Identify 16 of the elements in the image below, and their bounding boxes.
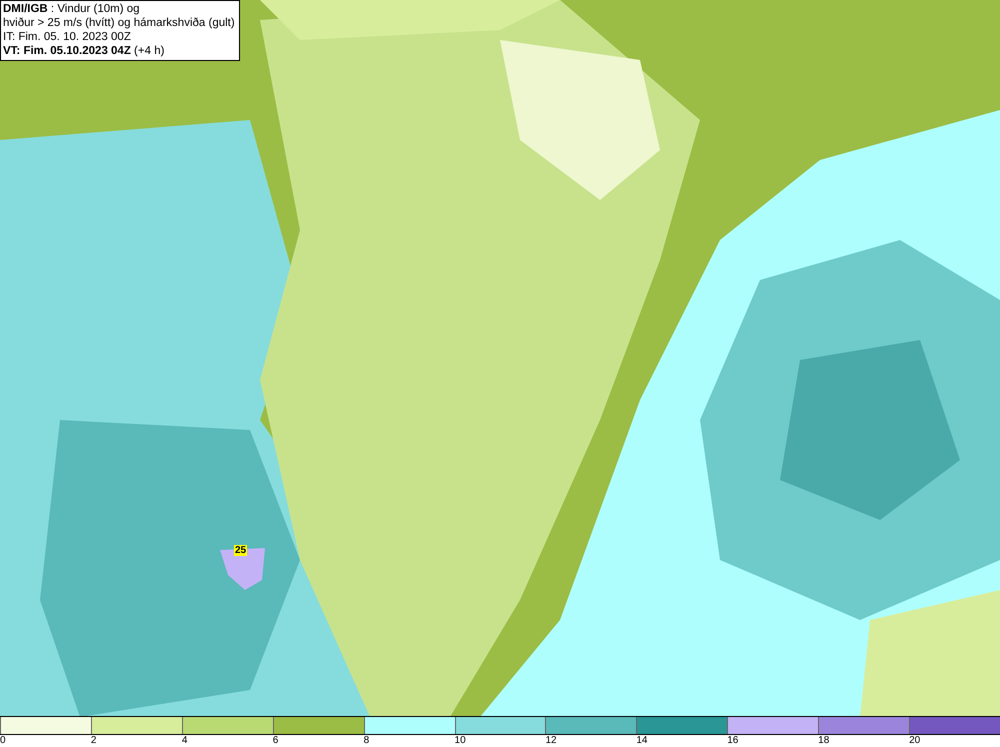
scale-tick-label: 18 xyxy=(818,735,830,747)
scale-tick-label: 2 xyxy=(90,735,96,747)
gust-label: 25 xyxy=(234,545,248,556)
scale-tick-label: 14 xyxy=(636,735,648,747)
scale-tick-label: 10 xyxy=(454,735,466,747)
info-text: IT: Fim. 05. 10. 2023 00Z xyxy=(3,30,132,44)
info-text: DMI/IGB : Vindur (10m) og xyxy=(3,2,141,16)
scale-tick-label: 16 xyxy=(727,735,738,747)
scale-tick-label: 0 xyxy=(0,735,6,747)
info-text: VT: Fim. 05.10.2023 04Z (+4 h) xyxy=(3,44,166,58)
scale-tick-label: 6 xyxy=(272,735,278,747)
info-text: hviður > 25 m/s (hvítt) og hámarkshviða (gult) xyxy=(3,16,235,30)
scale-tick-label: 12 xyxy=(545,735,557,747)
scale-tick-label: 8 xyxy=(364,735,370,747)
scale-tick-label: 20 xyxy=(909,735,920,747)
scale-tick-label: 4 xyxy=(182,735,188,747)
